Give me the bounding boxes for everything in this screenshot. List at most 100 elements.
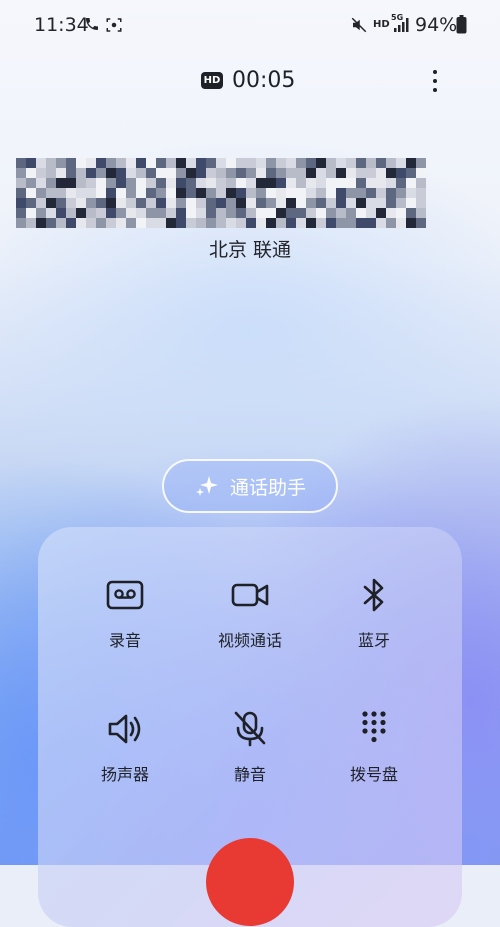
mosaic-cell [296,178,306,188]
mosaic-cell [26,198,36,208]
mosaic-cell [386,218,396,228]
mosaic-cell [216,218,226,228]
mosaic-cell [136,178,146,188]
mosaic-cell [316,158,326,168]
speaker-button[interactable]: 扬声器 [60,709,190,785]
mute-button[interactable]: 静音 [185,709,315,785]
end-call-button[interactable] [206,838,294,926]
mosaic-cell [406,168,416,178]
mosaic-cell [226,178,236,188]
redacted-phone-number [16,158,426,230]
mosaic-cell [156,158,166,168]
mosaic-cell [336,198,346,208]
mosaic-cell [336,218,346,228]
mosaic-cell [416,178,426,188]
mosaic-cell [236,188,246,198]
mosaic-cell [276,188,286,198]
mosaic-cell [406,188,416,198]
mosaic-cell [166,178,176,188]
screen-capture-icon [106,18,122,32]
mosaic-cell [376,208,386,218]
mosaic-cell [116,208,126,218]
mosaic-cell [76,178,86,188]
mosaic-cell [286,158,296,168]
mosaic-cell [36,188,46,198]
mosaic-cell [96,218,106,228]
mosaic-cell [116,188,126,198]
mosaic-cell [296,218,306,228]
mosaic-cell [376,178,386,188]
mosaic-cell [406,158,416,168]
mosaic-cell [186,208,196,218]
bluetooth-label: 蓝牙 [357,631,390,650]
video-call-label: 视频通话 [217,631,282,650]
mosaic-cell [176,158,186,168]
mosaic-cell [236,218,246,228]
speaker-icon [108,714,141,744]
mosaic-cell [386,158,396,168]
mosaic-cell [246,168,256,178]
mosaic-cell [96,158,106,168]
mosaic-cell [176,198,186,208]
mosaic-cell [156,208,166,218]
mosaic-cell [386,178,396,188]
mosaic-cell [356,158,366,168]
mosaic-cell [86,178,96,188]
mosaic-cell [266,198,276,208]
mosaic-cell [396,208,406,218]
mosaic-cell [306,218,316,228]
mosaic-cell [206,158,216,168]
mosaic-cell [376,198,386,208]
hd-call-badge: HD [201,72,223,89]
mosaic-cell [306,158,316,168]
mosaic-cell [96,178,106,188]
dialpad-button[interactable]: 拨号盘 [309,709,439,785]
video-call-button[interactable]: 视频通话 [185,575,315,651]
mosaic-cell [416,198,426,208]
mosaic-cell [336,178,346,188]
mosaic-cell [246,198,256,208]
mosaic-cell [406,198,416,208]
phone-call-icon [86,18,98,30]
mosaic-cell [226,168,236,178]
mosaic-cell [16,208,26,218]
mosaic-cell [326,168,336,178]
mosaic-cell [106,178,116,188]
mosaic-cell [206,198,216,208]
call-assistant-button[interactable]: 通话助手 [162,459,338,513]
mosaic-cell [46,158,56,168]
mosaic-cell [356,218,366,228]
mosaic-cell [146,208,156,218]
mosaic-cell [396,188,406,198]
mosaic-cell [206,218,216,228]
mosaic-cell [326,188,336,198]
mosaic-cell [226,208,236,218]
bluetooth-icon [363,578,384,612]
mosaic-cell [246,158,256,168]
mosaic-cell [266,178,276,188]
mosaic-cell [16,178,26,188]
mosaic-cell [276,218,286,228]
mosaic-cell [326,208,336,218]
more-options-icon[interactable] [424,66,446,96]
mosaic-cell [386,198,396,208]
mosaic-cell [346,168,356,178]
mosaic-cell [26,208,36,218]
mosaic-cell [156,198,166,208]
mosaic-cell [116,168,126,178]
mosaic-cell [286,198,296,208]
mosaic-cell [176,208,186,218]
mosaic-cell [56,208,66,218]
record-button[interactable]: 录音 [60,575,190,651]
mosaic-cell [36,168,46,178]
mosaic-cell [146,158,156,168]
mosaic-cell [106,208,116,218]
mosaic-cell [146,188,156,198]
mosaic-cell [226,198,236,208]
mosaic-cell [406,208,416,218]
mosaic-cell [276,168,286,178]
bluetooth-button[interactable]: 蓝牙 [309,575,439,651]
mosaic-cell [146,218,156,228]
mosaic-cell [306,178,316,188]
mosaic-cell [186,218,196,228]
